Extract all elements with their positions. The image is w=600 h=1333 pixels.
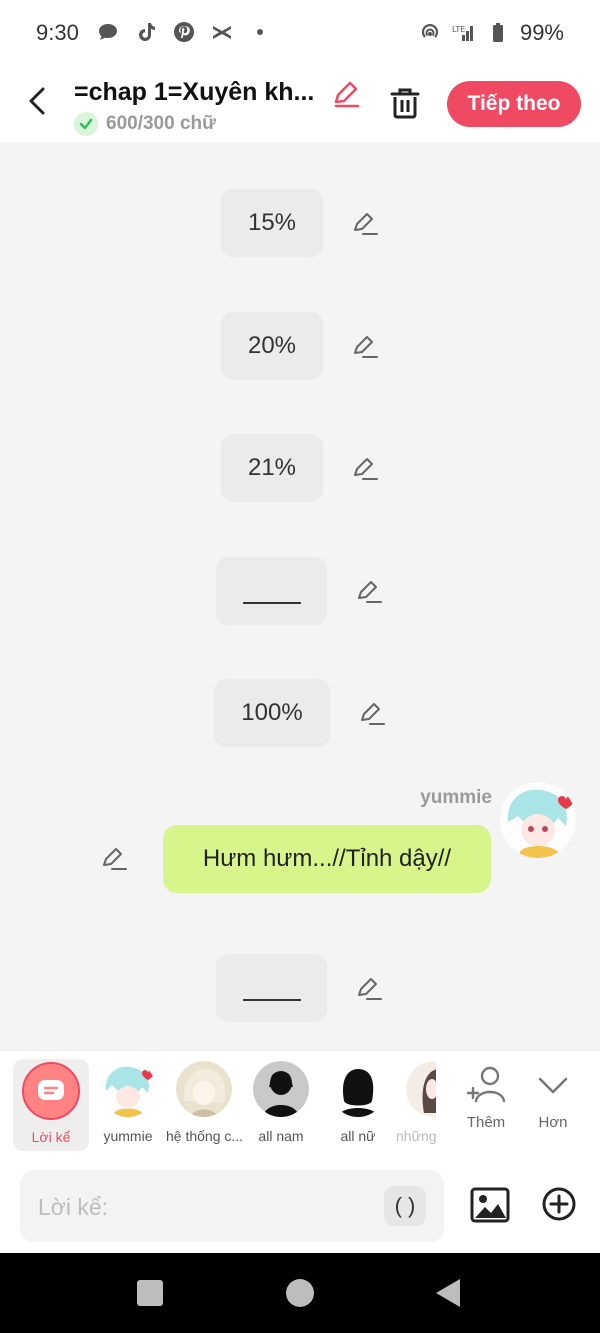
dialogue-bubble[interactable]: Hưm hưm...//Tỉnh dậy// bbox=[163, 825, 491, 893]
character-name: yummie bbox=[103, 1128, 153, 1144]
check-icon bbox=[74, 112, 98, 136]
system-icons: LTE 99% bbox=[418, 20, 564, 46]
add-label: Thêm bbox=[466, 1114, 506, 1131]
system-avatar bbox=[176, 1061, 232, 1117]
narration-text: 21% bbox=[247, 454, 297, 481]
narration-bubble[interactable]: 21% bbox=[221, 434, 323, 502]
chat-bubble-icon bbox=[99, 24, 117, 40]
notification-icons bbox=[96, 20, 272, 44]
parenthesis-button[interactable]: ( ) bbox=[384, 1186, 426, 1226]
character-name: Lời kể bbox=[31, 1129, 71, 1145]
add-character-button[interactable]: Thêm bbox=[456, 1065, 516, 1131]
edit-pencil-icon[interactable] bbox=[351, 210, 379, 238]
editor-header: =chap 1=Xuyên kh... 600/300 chữ Tiếp the… bbox=[0, 66, 600, 142]
recents-icon[interactable] bbox=[137, 1280, 163, 1306]
edit-pencil-icon[interactable] bbox=[351, 455, 379, 483]
word-count-text: 600/300 chữ bbox=[106, 113, 216, 134]
more-button[interactable]: Hơn bbox=[523, 1065, 583, 1131]
narration-text: 15% bbox=[247, 209, 297, 236]
character-bar: Lời kể yummie hệ thống c... all nam all … bbox=[0, 1050, 600, 1160]
narration-bubble[interactable]: 15% bbox=[221, 189, 323, 257]
chapter-title: =chap 1=Xuyên kh... bbox=[74, 78, 315, 106]
status-bar: 9:30 LTE 99% bbox=[0, 0, 600, 66]
battery-icon bbox=[492, 23, 503, 42]
capcut-icon bbox=[213, 26, 231, 39]
signal-icon: LTE bbox=[452, 25, 473, 41]
character-all-nam[interactable]: all nam bbox=[243, 1061, 319, 1151]
narration-bubble-empty[interactable] bbox=[216, 954, 327, 1022]
chevron-down-icon bbox=[538, 1077, 568, 1094]
character-name: những bbox=[396, 1128, 436, 1144]
message-input[interactable]: Lời kể: ( ) bbox=[20, 1170, 444, 1242]
blank-line bbox=[242, 590, 301, 604]
system-nav-bar bbox=[0, 1253, 600, 1333]
edit-pencil-icon[interactable] bbox=[358, 700, 386, 728]
narration-bubble[interactable]: 100% bbox=[214, 679, 330, 747]
edit-pencil-icon[interactable] bbox=[351, 333, 379, 361]
character-name: all nữ bbox=[340, 1128, 376, 1144]
character-all-nu[interactable]: all nữ bbox=[320, 1061, 396, 1151]
chevron-left-icon bbox=[29, 87, 45, 115]
yummie-avatar bbox=[100, 1061, 156, 1117]
edit-pencil-icon[interactable] bbox=[100, 845, 128, 873]
narration-bubble[interactable]: 20% bbox=[221, 312, 323, 380]
more-label: Hơn bbox=[538, 1114, 568, 1131]
add-person-icon bbox=[466, 1066, 506, 1103]
image-icon[interactable] bbox=[470, 1185, 510, 1225]
character-narrator[interactable]: Lời kể bbox=[13, 1059, 89, 1151]
trash-icon[interactable] bbox=[388, 86, 422, 120]
back-nav-icon[interactable] bbox=[436, 1279, 460, 1307]
narration-icon bbox=[22, 1062, 80, 1120]
narration-text: 20% bbox=[247, 332, 297, 359]
status-time: 9:30 bbox=[36, 20, 79, 45]
all-nu-avatar bbox=[330, 1061, 386, 1117]
svg-text:LTE: LTE bbox=[452, 25, 465, 34]
edit-title-pencil-icon[interactable] bbox=[330, 78, 362, 110]
edit-pencil-icon[interactable] bbox=[355, 975, 383, 1003]
narration-text: 100% bbox=[241, 699, 303, 726]
blank-line bbox=[242, 987, 301, 1001]
character-nhung[interactable]: những bbox=[396, 1061, 436, 1151]
tiktok-icon bbox=[139, 23, 155, 41]
character-name: all nam bbox=[258, 1128, 304, 1144]
more-notifications-icon bbox=[257, 29, 263, 35]
home-icon[interactable] bbox=[286, 1279, 314, 1307]
character-yummie[interactable]: yummie bbox=[90, 1061, 166, 1151]
back-button[interactable] bbox=[20, 84, 54, 118]
speaker-name: yummie bbox=[420, 787, 492, 808]
battery-percent: 99% bbox=[519, 20, 564, 45]
word-count: 600/300 chữ bbox=[74, 112, 216, 136]
yummie-avatar[interactable] bbox=[500, 782, 576, 858]
chat-area[interactable]: 15% 20% 21% 100% yummie Hưm hưm...//Tỉnh… bbox=[0, 142, 600, 1050]
composer: Lời kể: ( ) bbox=[0, 1160, 600, 1253]
add-circle-icon[interactable] bbox=[541, 1186, 577, 1222]
next-button[interactable]: Tiếp theo bbox=[447, 81, 581, 127]
edit-pencil-icon[interactable] bbox=[355, 578, 383, 606]
nhung-avatar bbox=[406, 1061, 436, 1117]
all-nam-avatar bbox=[253, 1061, 309, 1117]
hotspot-icon bbox=[421, 24, 438, 38]
character-system[interactable]: hệ thống c... bbox=[166, 1061, 242, 1151]
character-name: hệ thống c... bbox=[166, 1128, 242, 1144]
narration-bubble-empty[interactable] bbox=[216, 557, 327, 625]
message-placeholder: Lời kể: bbox=[38, 1194, 109, 1220]
pinterest-icon bbox=[174, 22, 194, 42]
dialogue-text: Hưm hưm...//Tỉnh dậy// bbox=[202, 845, 452, 872]
